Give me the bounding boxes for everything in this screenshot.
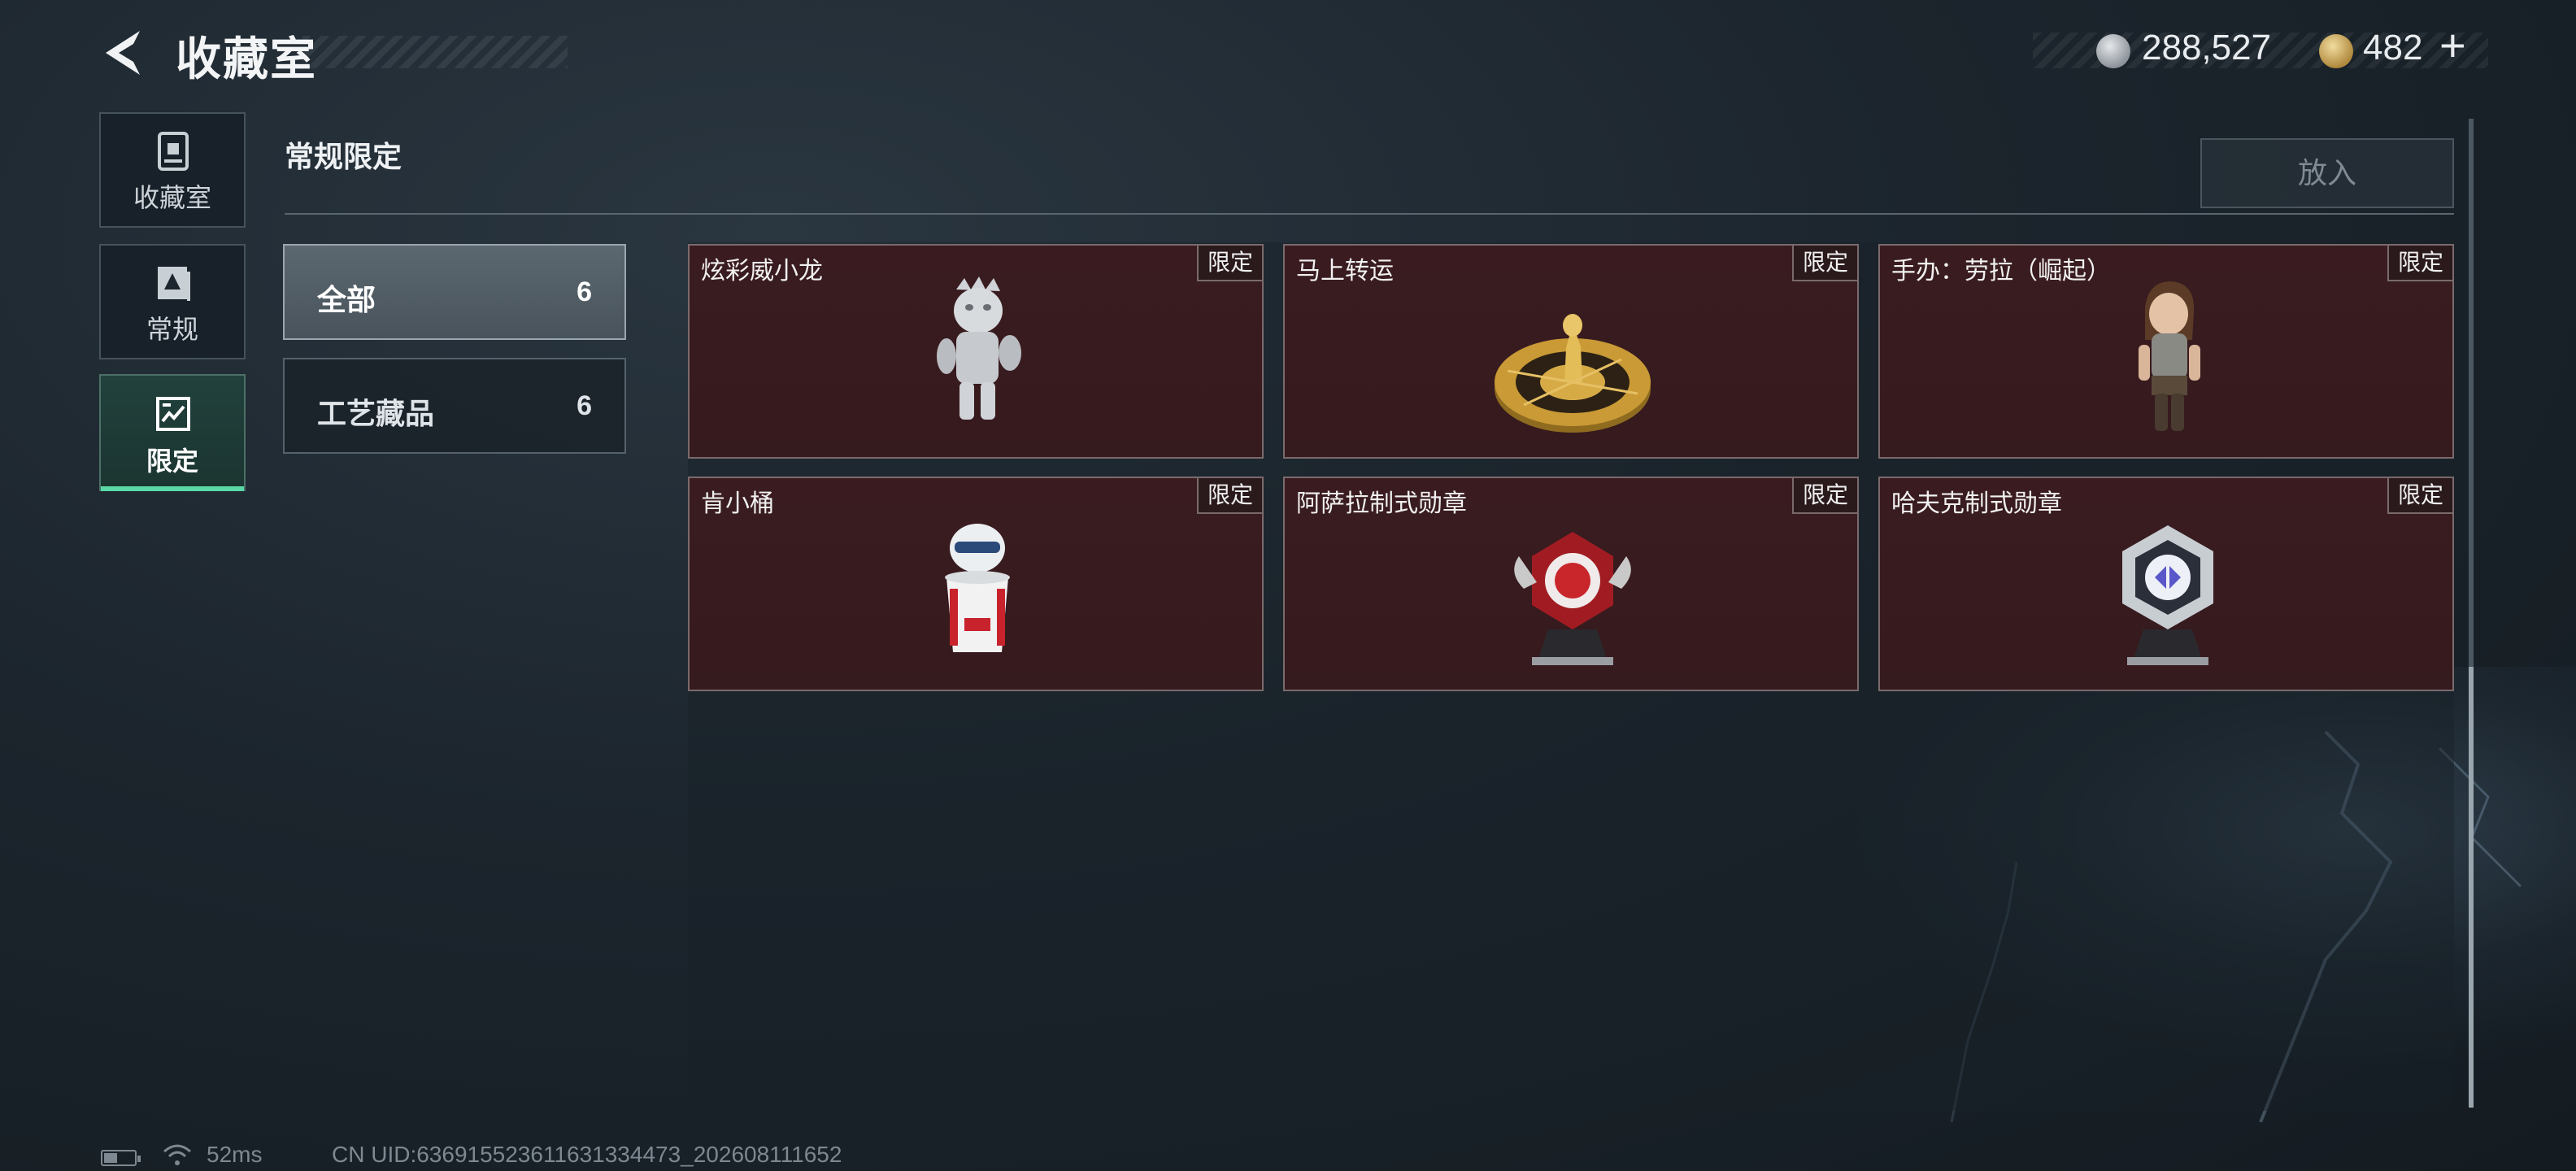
- nav-item-collection[interactable]: 收藏室: [99, 112, 246, 228]
- card-icon: [158, 267, 190, 301]
- limited-tag: 限定: [2387, 478, 2452, 514]
- filter-count: 6: [577, 390, 592, 421]
- filter-all[interactable]: 全部 6: [283, 244, 626, 340]
- ping-readout: 52ms: [207, 1142, 263, 1167]
- add-currency-button[interactable]: +: [2439, 23, 2466, 68]
- kfc-bucket-figure-icon: [945, 524, 1010, 652]
- item-card[interactable]: 炫彩威小龙 限定: [688, 244, 1264, 459]
- nav-label-limited: 限定: [146, 446, 198, 476]
- golden-wheel-icon: [1495, 314, 1651, 433]
- limited-tag: 限定: [1792, 246, 1857, 281]
- filter-count: 6: [577, 276, 592, 307]
- item-name: 阿萨拉制式勋章: [1296, 490, 1467, 517]
- uid-readout: CN UID:636915523611631334473_20260811165…: [332, 1142, 842, 1167]
- item-card[interactable]: 哈夫克制式勋章 限定: [1878, 477, 2454, 691]
- filter-crafts[interactable]: 工艺藏品 6: [283, 358, 626, 454]
- gold-currency-value: 482: [2363, 28, 2423, 67]
- limited-tag: 限定: [2387, 246, 2452, 281]
- limited-tag: 限定: [1197, 478, 1262, 514]
- nav-item-regular[interactable]: 常规: [99, 244, 246, 359]
- red-medal-icon: [1514, 532, 1631, 665]
- limited-tag: 限定: [1197, 246, 1262, 281]
- lara-figure-icon: [2139, 281, 2200, 431]
- item-name: 肯小桶: [701, 490, 774, 517]
- title-stripe-decoration: [302, 36, 568, 68]
- silver-medal-icon: [2122, 525, 2213, 665]
- trophy-case-icon: [158, 132, 189, 171]
- scrollbar-thumb[interactable]: [2469, 667, 2474, 1108]
- limited-card-icon: [156, 397, 190, 431]
- active-nav-indicator: [101, 486, 244, 491]
- limited-tag: 限定: [1792, 478, 1857, 514]
- item-card[interactable]: 手办：劳拉（崛起） 限定: [1878, 244, 2454, 459]
- section-title: 常规限定: [285, 140, 402, 173]
- battery-icon: [101, 1150, 141, 1166]
- gold-coin-icon: [2319, 34, 2353, 68]
- filter-label: 全部: [317, 283, 376, 316]
- item-card[interactable]: 马上转运 限定: [1283, 244, 1859, 459]
- dragon-figure-icon: [937, 276, 1021, 420]
- section-divider: [285, 213, 2454, 215]
- item-card[interactable]: 肯小桶 限定: [688, 477, 1264, 691]
- nav-label-regular: 常规: [146, 315, 198, 344]
- page-title: 收藏室: [176, 33, 317, 85]
- silver-coin-icon: [2096, 34, 2130, 68]
- wifi-icon: [163, 1144, 191, 1165]
- item-name: 哈夫克制式勋章: [1891, 490, 2062, 517]
- nav-item-limited[interactable]: 限定: [99, 374, 246, 491]
- item-name: 炫彩威小龙: [701, 258, 823, 285]
- silver-currency-value: 288,527: [2142, 28, 2272, 67]
- put-in-button[interactable]: 放入: [2200, 138, 2454, 208]
- item-card[interactable]: 阿萨拉制式勋章 限定: [1283, 477, 1859, 691]
- item-name: 马上转运: [1296, 258, 1394, 285]
- back-arrow-icon[interactable]: [99, 24, 148, 81]
- nav-label-collection: 收藏室: [133, 183, 211, 212]
- filter-label: 工艺藏品: [317, 397, 435, 430]
